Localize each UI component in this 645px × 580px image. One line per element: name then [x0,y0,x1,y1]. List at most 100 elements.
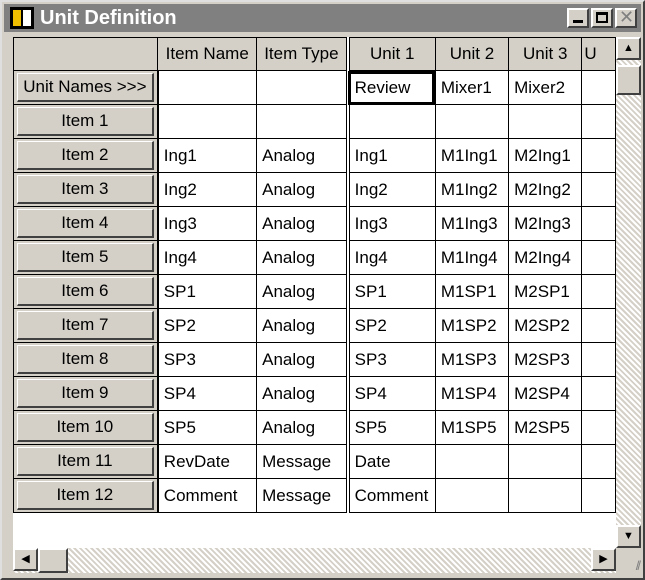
grid-cell[interactable] [508,444,583,479]
grid-cell[interactable]: M1Ing3 [434,206,510,241]
row-header-button[interactable]: Item 6 [13,274,159,309]
column-header-unit-4-partial[interactable]: U [581,37,616,71]
close-button[interactable]: ✕ [615,7,637,28]
grid-cell-partial[interactable] [581,172,616,207]
row-header-button[interactable]: Item 3 [13,172,159,207]
grid-cell-partial[interactable] [581,240,616,275]
resize-grip[interactable] [616,548,641,573]
grid-cell[interactable]: SP2 [157,308,258,343]
grid-cell[interactable]: Message [256,444,349,479]
grid-cell-partial[interactable] [581,342,616,377]
grid-cell[interactable]: SP2 [345,308,436,343]
grid-cell-partial[interactable] [581,444,616,479]
grid-cell-partial[interactable] [581,376,616,411]
grid-cell[interactable]: Analog [256,376,349,411]
grid-cell[interactable]: Analog [256,308,349,343]
column-header-item-type[interactable]: Item Type [256,37,349,71]
row-header-button[interactable]: Item 7 [13,308,159,343]
row-header-button[interactable]: Item 8 [13,342,159,377]
grid-cell[interactable]: Message [256,478,349,513]
grid-cell[interactable]: Ing2 [345,172,436,207]
scroll-up-button[interactable]: ▲ [616,37,641,60]
grid-cell[interactable] [157,70,258,105]
row-header-button[interactable]: Item 9 [13,376,159,411]
grid-cell[interactable]: M2Ing4 [508,240,583,275]
grid-cell[interactable] [434,478,510,513]
grid-cell[interactable]: Analog [256,206,349,241]
grid-cell[interactable] [434,444,510,479]
grid-cell[interactable]: M1SP5 [434,410,510,445]
grid-cell[interactable]: M1SP2 [434,308,510,343]
grid-cell[interactable]: Comment [345,478,436,513]
grid-cell-partial[interactable] [581,104,616,139]
grid-cell[interactable]: Analog [256,172,349,207]
column-header-unit-2[interactable]: Unit 2 [434,37,510,71]
vertical-scrollbar[interactable]: ▲ ▼ [616,37,641,548]
grid-cell[interactable]: SP4 [157,376,258,411]
grid-cell[interactable] [256,70,349,105]
grid-cell[interactable]: Analog [256,410,349,445]
grid-cell[interactable]: M2SP1 [508,274,583,309]
corner-header[interactable] [13,37,159,71]
column-header-item-name[interactable]: Item Name [157,37,258,71]
unit-definition-app-icon[interactable] [10,7,34,29]
grid-cell[interactable]: Ing3 [157,206,258,241]
grid-cell[interactable]: Ing2 [157,172,258,207]
grid-cell[interactable]: Mixer2 [508,70,583,105]
grid-cell[interactable]: M2SP3 [508,342,583,377]
row-header-button[interactable]: Item 10 [13,410,159,445]
grid-cell[interactable]: M2Ing2 [508,172,583,207]
grid-cell-partial[interactable] [581,70,616,105]
row-header-button[interactable]: Item 11 [13,444,159,479]
row-header-button[interactable]: Item 4 [13,206,159,241]
row-header-button[interactable]: Unit Names >>> [13,70,159,105]
vertical-scroll-thumb[interactable] [616,65,641,95]
grid-cell[interactable] [434,104,510,139]
grid-cell[interactable]: SP1 [345,274,436,309]
maximize-button[interactable] [591,8,613,28]
grid-cell[interactable]: Date [345,444,436,479]
row-header-button[interactable]: Item 5 [13,240,159,275]
grid-cell[interactable]: SP4 [345,376,436,411]
grid-cell[interactable]: Analog [256,342,349,377]
row-header-button[interactable]: Item 2 [13,138,159,173]
scroll-left-button[interactable]: ◀ [13,548,38,571]
grid-cell[interactable]: SP3 [345,342,436,377]
scroll-down-button[interactable]: ▼ [616,525,641,548]
grid-cell[interactable]: Analog [256,240,349,275]
grid-cell[interactable]: M1Ing1 [434,138,510,173]
grid-cell-partial[interactable] [581,410,616,445]
grid-cell-partial[interactable] [581,274,616,309]
grid-cell[interactable] [256,104,349,139]
grid-cell[interactable]: Mixer1 [434,70,510,105]
grid-cell-partial[interactable] [581,138,616,173]
grid-cell[interactable]: SP1 [157,274,258,309]
minimize-button[interactable] [567,8,589,28]
grid-cell[interactable]: Ing4 [345,240,436,275]
grid-cell[interactable]: Ing3 [345,206,436,241]
grid-cell-partial[interactable] [581,478,616,513]
grid-cell[interactable]: M1SP3 [434,342,510,377]
column-header-unit-1[interactable]: Unit 1 [345,37,436,71]
grid-cell[interactable]: Analog [256,274,349,309]
grid-cell[interactable]: Ing4 [157,240,258,275]
horizontal-scroll-thumb[interactable] [38,548,68,573]
row-header-button[interactable]: Item 12 [13,478,159,513]
grid-cell[interactable]: RevDate [157,444,258,479]
title-bar[interactable]: Unit Definition ✕ [4,4,641,32]
grid-cell[interactable]: Ing1 [345,138,436,173]
grid-cell[interactable]: M2Ing1 [508,138,583,173]
grid-cell[interactable]: Review [345,70,436,105]
grid-cell[interactable]: M1SP4 [434,376,510,411]
grid-cell-partial[interactable] [581,206,616,241]
grid-cell[interactable]: M1Ing4 [434,240,510,275]
grid-cell[interactable] [157,104,258,139]
grid-cell[interactable] [508,104,583,139]
grid-cell-partial[interactable] [581,308,616,343]
row-header-button[interactable]: Item 1 [13,104,159,139]
grid-cell[interactable]: SP5 [157,410,258,445]
grid-cell[interactable]: Analog [256,138,349,173]
grid-cell[interactable]: M2SP2 [508,308,583,343]
grid-cell[interactable]: M1Ing2 [434,172,510,207]
grid-cell[interactable]: Comment [157,478,258,513]
